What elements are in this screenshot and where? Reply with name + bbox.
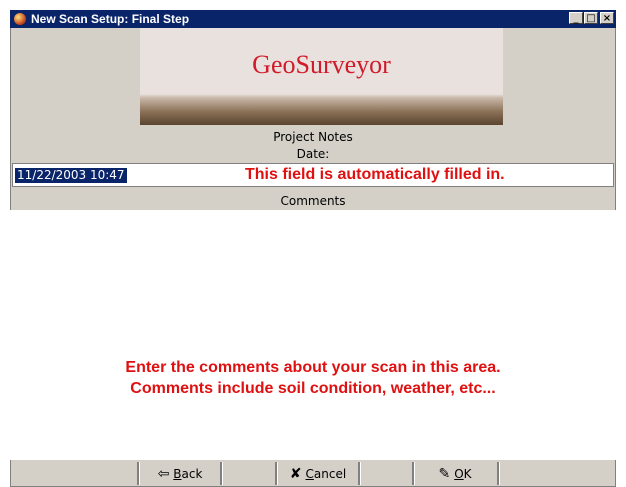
comments-instruction-line2: Comments include soil condition, weather…	[130, 380, 496, 397]
back-button[interactable]: ⇦ Back	[140, 460, 220, 487]
close-button[interactable]: ×	[600, 12, 614, 24]
ok-button[interactable]: ✎ OK	[415, 460, 495, 487]
date-value[interactable]: 11/22/2003 10:47	[15, 168, 127, 183]
window-controls: _ □ ×	[569, 12, 614, 24]
separator	[358, 462, 360, 485]
ok-label: OK	[454, 466, 472, 481]
maximize-button[interactable]: □	[584, 12, 598, 24]
cancel-label: Cancel	[305, 466, 347, 481]
cancel-button[interactable]: ✘ Cancel	[278, 460, 358, 487]
date-field[interactable]: 11/22/2003 10:47 This field is automatic…	[12, 163, 614, 187]
dialog-window: New Scan Setup: Final Step _ □ × GeoSurv…	[10, 10, 616, 487]
comments-instruction-line1: Enter the comments about your scan in th…	[125, 359, 501, 376]
separator	[412, 462, 414, 485]
title-bar[interactable]: New Scan Setup: Final Step _ □ ×	[10, 10, 616, 28]
auto-fill-annotation: This field is automatically filled in.	[245, 166, 505, 183]
separator	[275, 462, 277, 485]
separator	[220, 462, 222, 485]
brand-banner: GeoSurveyor	[140, 28, 503, 125]
date-label: Date:	[296, 147, 330, 161]
separator	[137, 462, 139, 485]
button-bar: ⇦ Back ✘ Cancel ✎ OK	[10, 460, 616, 487]
comments-label: Comments	[280, 194, 346, 208]
window-title: New Scan Setup: Final Step	[31, 12, 190, 26]
x-icon: ✘	[289, 465, 302, 482]
brand-logo-text: GeoSurveyor	[252, 50, 391, 79]
separator	[497, 462, 499, 485]
comments-textarea[interactable]: Enter the comments about your scan in th…	[10, 210, 616, 460]
minimize-button[interactable]: _	[569, 12, 583, 24]
app-icon	[14, 13, 26, 25]
back-label: Back	[173, 466, 203, 481]
project-notes-label: Project Notes	[273, 130, 353, 144]
checkmark-icon: ✎	[438, 465, 451, 482]
arrow-left-icon: ⇦	[157, 465, 170, 482]
